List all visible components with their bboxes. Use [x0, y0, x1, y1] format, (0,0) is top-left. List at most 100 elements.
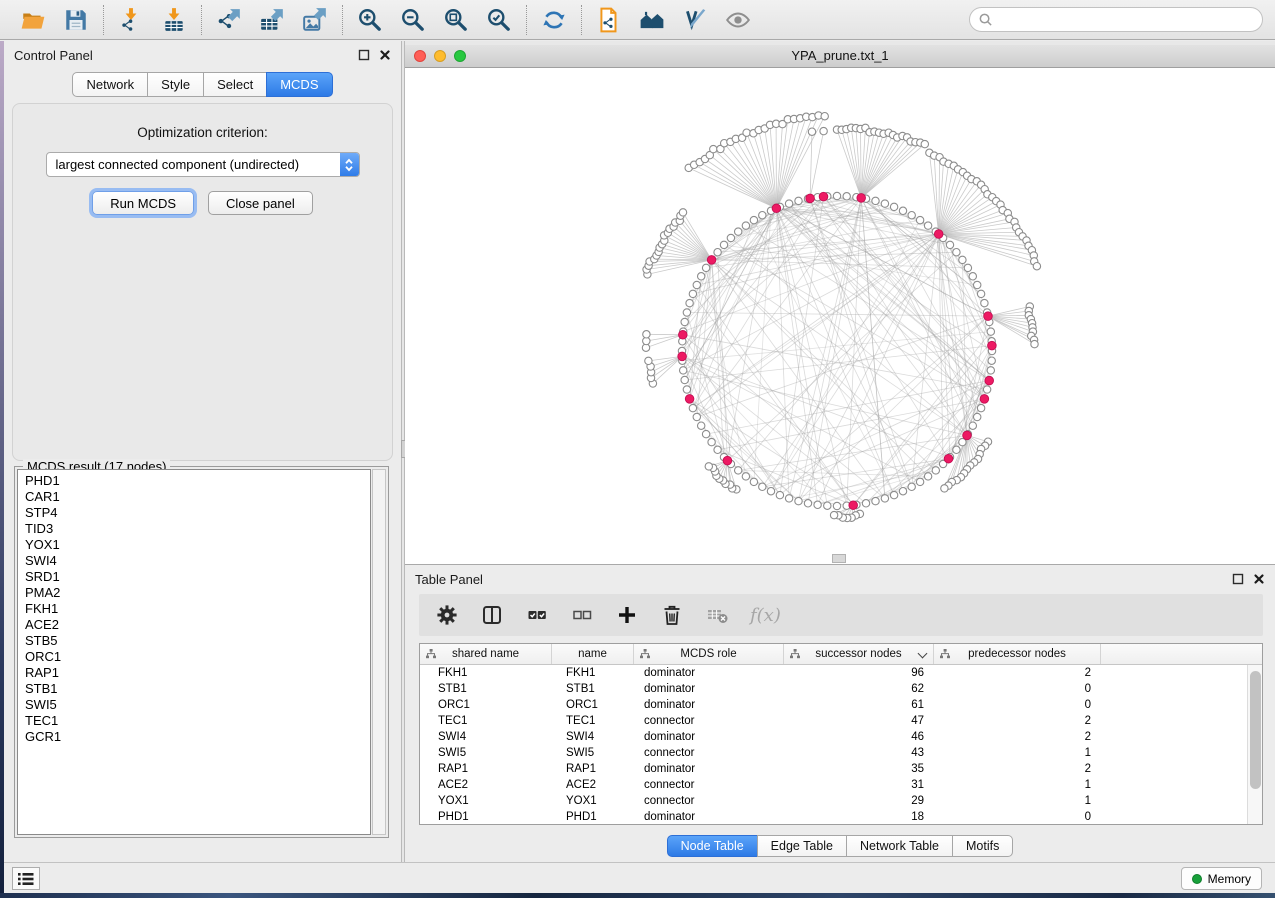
table-row[interactable]: TEC1TEC1connector472 [420, 713, 1262, 729]
network-node[interactable] [727, 234, 734, 241]
network-node[interactable] [843, 193, 850, 200]
network-node[interactable] [759, 212, 766, 219]
network-node[interactable] [714, 249, 721, 256]
network-node[interactable] [983, 386, 990, 393]
table-tab-edge-table[interactable]: Edge Table [757, 835, 847, 857]
export-network-icon[interactable] [216, 7, 242, 33]
column-header-predecessor-nodes[interactable]: predecessor nodes [934, 644, 1101, 664]
network-node[interactable] [1031, 340, 1038, 347]
network-node[interactable] [689, 290, 696, 297]
float-table-panel-icon[interactable] [1232, 573, 1244, 585]
search-input[interactable] [993, 10, 1262, 30]
close-panel-button[interactable]: Close panel [208, 191, 313, 215]
network-node[interactable] [720, 241, 727, 248]
network-node[interactable] [785, 495, 792, 502]
table-row[interactable]: ACE2ACE2connector311 [420, 777, 1262, 793]
zoom-selected-icon[interactable] [486, 7, 512, 33]
mcds-hub-node[interactable] [857, 194, 866, 203]
table-row[interactable]: ORC1ORC1dominator610 [420, 697, 1262, 713]
network-node[interactable] [742, 222, 749, 229]
mcds-hub-node[interactable] [723, 456, 732, 465]
control-tab-style[interactable]: Style [147, 72, 204, 97]
mcds-hub-node[interactable] [819, 192, 828, 201]
horizontal-splitter-handle[interactable] [832, 554, 846, 563]
mcds-result-item[interactable]: STB5 [18, 633, 370, 649]
network-node[interactable] [750, 216, 757, 223]
export-table-icon[interactable] [259, 7, 285, 33]
mcds-hub-node[interactable] [985, 376, 994, 385]
network-node[interactable] [821, 113, 828, 120]
eye-icon[interactable] [725, 7, 751, 33]
network-node[interactable] [681, 376, 688, 383]
mcds-hub-node[interactable] [685, 395, 694, 404]
table-tab-node-table[interactable]: Node Table [667, 835, 758, 857]
network-node[interactable] [908, 212, 915, 219]
network-node[interactable] [924, 473, 931, 480]
export-image-icon[interactable] [302, 7, 328, 33]
column-header-name[interactable]: name [552, 644, 634, 664]
memory-button[interactable]: Memory [1181, 867, 1262, 890]
network-node[interactable] [964, 264, 971, 271]
network-node[interactable] [969, 273, 976, 280]
run-mcds-button[interactable]: Run MCDS [92, 191, 194, 215]
network-node[interactable] [686, 299, 693, 306]
search-box[interactable] [969, 7, 1263, 32]
network-node[interactable] [820, 127, 827, 134]
network-node[interactable] [974, 413, 981, 420]
gear-icon[interactable] [435, 603, 459, 627]
network-node[interactable] [742, 473, 749, 480]
network-node[interactable] [705, 463, 712, 470]
network-node[interactable] [946, 241, 953, 248]
network-node[interactable] [759, 483, 766, 490]
network-node[interactable] [785, 200, 792, 207]
network-node[interactable] [881, 495, 888, 502]
add-column-icon[interactable] [615, 603, 639, 627]
network-node[interactable] [899, 488, 906, 495]
network-canvas[interactable] [405, 68, 1275, 564]
table-scrollbar-thumb[interactable] [1250, 671, 1261, 789]
mcds-result-item[interactable]: YOX1 [18, 537, 370, 553]
column-header-shared-name[interactable]: shared name [420, 644, 552, 664]
network-node[interactable] [969, 422, 976, 429]
mcds-result-item[interactable]: STB1 [18, 681, 370, 697]
network-node[interactable] [776, 491, 783, 498]
network-node[interactable] [988, 357, 995, 364]
network-node[interactable] [681, 318, 688, 325]
mcds-hub-node[interactable] [772, 204, 781, 213]
network-node[interactable] [645, 357, 652, 364]
network-node[interactable] [916, 216, 923, 223]
network-node[interactable] [708, 438, 715, 445]
import-table-icon[interactable] [161, 7, 187, 33]
mcds-result-item[interactable]: PMA2 [18, 585, 370, 601]
export-web-icon[interactable] [596, 7, 622, 33]
mcds-result-item[interactable]: RAP1 [18, 665, 370, 681]
network-node[interactable] [808, 128, 815, 135]
network-node[interactable] [862, 500, 869, 507]
network-node[interactable] [916, 478, 923, 485]
mcds-hub-node[interactable] [849, 501, 858, 510]
network-node[interactable] [977, 404, 984, 411]
network-node[interactable] [932, 467, 939, 474]
table-row[interactable]: PHD1PHD1dominator180 [420, 809, 1262, 825]
deselect-all-icon[interactable] [570, 603, 594, 627]
mcds-result-item[interactable]: STP4 [18, 505, 370, 521]
network-node[interactable] [804, 500, 811, 507]
mcds-result-item[interactable]: SWI4 [18, 553, 370, 569]
close-panel-icon[interactable] [379, 49, 391, 61]
mcds-result-item[interactable]: FKH1 [18, 601, 370, 617]
network-node[interactable] [830, 511, 837, 518]
mcds-hub-node[interactable] [944, 454, 953, 463]
network-node[interactable] [689, 404, 696, 411]
network-node[interactable] [795, 197, 802, 204]
table-row[interactable]: RAP1RAP1dominator352 [420, 761, 1262, 777]
network-node[interactable] [680, 367, 687, 374]
network-node[interactable] [767, 488, 774, 495]
mcds-hub-node[interactable] [806, 194, 815, 203]
network-node[interactable] [908, 483, 915, 490]
network-graph[interactable] [405, 68, 1273, 564]
network-node[interactable] [743, 129, 750, 136]
table-row[interactable]: FKH1FKH1dominator962 [420, 665, 1262, 681]
network-node[interactable] [890, 491, 897, 498]
save-icon[interactable] [63, 7, 89, 33]
network-node[interactable] [683, 309, 690, 316]
